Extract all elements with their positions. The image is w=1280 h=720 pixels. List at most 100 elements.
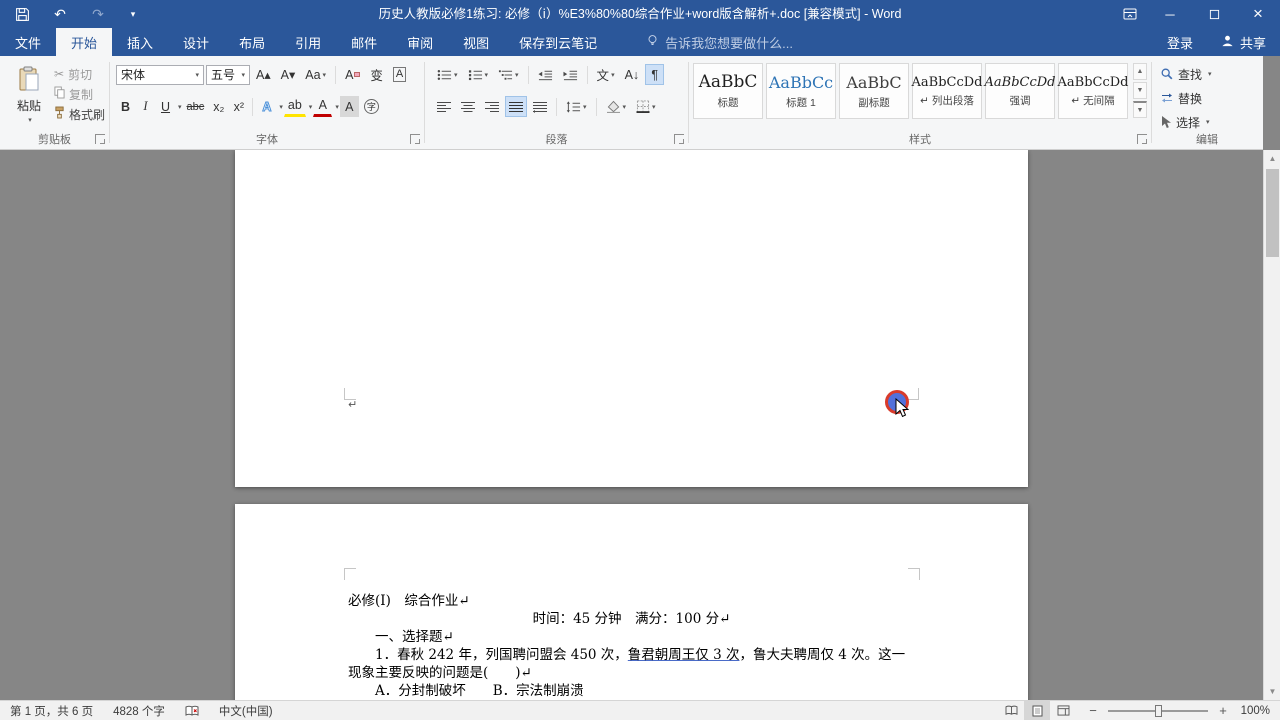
borders-button[interactable]: ▾ [632, 96, 660, 117]
select-button[interactable]: 选择▾ [1160, 112, 1210, 132]
redo-icon[interactable]: ↷ [88, 4, 108, 24]
styles-scroll-down-button[interactable]: ▼ [1133, 82, 1147, 99]
customize-qat-icon[interactable]: ▾ [126, 4, 140, 24]
superscript-button[interactable]: x² [229, 96, 248, 117]
copy-button[interactable]: 复制 [54, 84, 93, 104]
asian-layout-button[interactable]: 文▾ [593, 64, 619, 85]
clear-formatting-button[interactable]: A [341, 64, 364, 85]
maximize-button[interactable] [1192, 0, 1236, 28]
phonetic-guide-button[interactable]: 变 [366, 64, 387, 85]
undo-icon[interactable]: ↶ [50, 4, 70, 24]
proofing-status[interactable] [175, 701, 209, 720]
tell-me-search[interactable]: 告诉我您想要做什么... [630, 28, 809, 56]
tab-view[interactable]: 视图 [448, 28, 504, 56]
signin-button[interactable]: 登录 [1153, 28, 1207, 56]
ribbon-tab-row: 文件 开始 插入 设计 布局 引用 邮件 审阅 视图 保存到云笔记 告诉我您想要… [0, 28, 1280, 56]
print-layout-button[interactable] [1024, 701, 1050, 720]
document-page-2[interactable]: 必修(Ⅰ) 综合作业↵ 时间：45 分钟 满分：100 分↵ 一、选择题↵ 1．… [235, 504, 1028, 700]
document-text[interactable]: 必修(Ⅰ) 综合作业↵ 时间：45 分钟 满分：100 分↵ 一、选择题↵ 1．… [348, 592, 915, 700]
close-button[interactable]: × [1236, 0, 1280, 28]
shrink-font-button[interactable]: A▾ [277, 64, 300, 85]
underlined-text[interactable]: 鲁君朝周王仅 3 次 [628, 647, 740, 663]
minimize-button[interactable]: ─ [1148, 0, 1192, 28]
sort-button[interactable]: A↓ [621, 64, 644, 85]
format-painter-button[interactable]: 格式刷 [54, 104, 105, 124]
tab-file[interactable]: 文件 [0, 28, 56, 56]
style-list-paragraph[interactable]: AaBbCcDd ↵ 列出段落 [912, 63, 982, 119]
change-case-button[interactable]: Aa▾ [301, 64, 330, 85]
doc-line-question-cont[interactable]: 现象主要反映的问题是( )↵ [348, 664, 915, 682]
highlight-color-button[interactable]: ab [284, 96, 306, 117]
align-right-button[interactable] [481, 96, 503, 117]
tab-cloud-notes[interactable]: 保存到云笔记 [504, 28, 612, 56]
font-size-combo[interactable]: 五号▾ [206, 65, 250, 85]
tab-references[interactable]: 引用 [280, 28, 336, 56]
style-subtitle[interactable]: AaBbC 副标题 [839, 63, 909, 119]
zoom-out-button[interactable]: − [1086, 703, 1100, 718]
tab-layout[interactable]: 布局 [224, 28, 280, 56]
italic-button[interactable]: I [136, 96, 155, 117]
zoom-slider[interactable] [1108, 710, 1208, 712]
align-left-button[interactable] [433, 96, 455, 117]
style-heading1[interactable]: AaBbCc 标题 1 [766, 63, 836, 119]
doc-line-options[interactable]: A．分封制破坏 B．宗法制崩溃 [348, 682, 915, 700]
bullets-button[interactable]: ▾ [433, 64, 462, 85]
strikethrough-button[interactable]: abc [183, 96, 209, 117]
share-button[interactable]: 共享 [1207, 28, 1280, 56]
tab-home[interactable]: 开始 [56, 28, 112, 56]
style-title[interactable]: AaBbC 标题 [693, 63, 763, 119]
tab-review[interactable]: 审阅 [392, 28, 448, 56]
show-formatting-marks-button[interactable]: ¶ [645, 64, 664, 85]
web-layout-button[interactable] [1050, 701, 1076, 720]
ribbon-display-options-icon[interactable] [1112, 0, 1148, 28]
enclose-characters-button[interactable]: 字 [360, 96, 383, 117]
line-spacing-button[interactable]: ▾ [562, 96, 591, 117]
word-count-status[interactable]: 4828 个字 [103, 701, 175, 720]
find-button[interactable]: 查找▾ [1160, 64, 1212, 84]
tab-design[interactable]: 设计 [168, 28, 224, 56]
cut-button[interactable]: ✂ 剪切 [54, 64, 92, 84]
align-center-button[interactable] [457, 96, 479, 117]
vertical-scrollbar[interactable]: ▲ ▼ [1263, 150, 1280, 700]
justify-button[interactable] [505, 96, 527, 117]
save-icon[interactable] [12, 4, 32, 24]
grow-font-button[interactable]: A▴ [252, 64, 275, 85]
doc-line-time-score[interactable]: 时间：45 分钟 满分：100 分↵ [348, 610, 915, 628]
scrollbar-thumb[interactable] [1266, 169, 1279, 257]
document-page-1[interactable]: ↵ [235, 150, 1028, 487]
tab-insert[interactable]: 插入 [112, 28, 168, 56]
shading-button[interactable]: ▾ [602, 96, 631, 117]
decrease-indent-button[interactable] [534, 64, 557, 85]
doc-line-section[interactable]: 一、选择题↵ [348, 628, 915, 646]
zoom-level[interactable]: 100% [1240, 705, 1280, 717]
page-number-status[interactable]: 第 1 页，共 6 页 [0, 701, 103, 720]
doc-line-title[interactable]: 必修(Ⅰ) 综合作业↵ [348, 592, 915, 610]
multilevel-list-button[interactable]: ▾ [494, 64, 523, 85]
bold-button[interactable]: B [116, 96, 135, 117]
text-effects-button[interactable]: A [257, 96, 276, 117]
zoom-slider-thumb[interactable] [1155, 705, 1162, 717]
style-emphasis[interactable]: AaBbCcDd 强调 [985, 63, 1055, 119]
language-status[interactable]: 中文(中国) [209, 701, 283, 720]
styles-more-button[interactable]: ▼ [1133, 101, 1147, 118]
doc-line-question[interactable]: 1．春秋 242 年，列国聘问盟会 450 次，鲁君朝周王仅 3 次，鲁大夫聘周… [348, 646, 915, 664]
subscript-button[interactable]: x₂ [209, 96, 228, 117]
distribute-button[interactable] [529, 96, 551, 117]
tab-mailings[interactable]: 邮件 [336, 28, 392, 56]
zoom-in-button[interactable]: + [1216, 703, 1230, 718]
document-area[interactable]: ↵ 必修(Ⅰ) 综合作业↵ 时间：45 分钟 满分：100 分↵ 一、选择题↵ … [0, 150, 1263, 700]
character-shading-button[interactable]: A [340, 96, 359, 117]
underline-button[interactable]: U [156, 96, 175, 117]
replace-button[interactable]: 替换 [1160, 88, 1202, 108]
numbering-button[interactable]: ▾ [464, 64, 493, 85]
scroll-up-arrow[interactable]: ▲ [1264, 150, 1280, 167]
font-name-combo[interactable]: 宋体▾ [116, 65, 204, 85]
paste-button[interactable]: 粘贴 ▾ [7, 63, 51, 127]
character-border-button[interactable]: A [389, 64, 410, 85]
styles-scroll-up-button[interactable]: ▲ [1133, 63, 1147, 80]
read-mode-button[interactable] [998, 701, 1024, 720]
font-color-button[interactable]: A [313, 96, 332, 117]
style-no-spacing[interactable]: AaBbCcDd ↵ 无间隔 [1058, 63, 1128, 119]
scroll-down-arrow[interactable]: ▼ [1264, 683, 1280, 700]
increase-indent-button[interactable] [559, 64, 582, 85]
